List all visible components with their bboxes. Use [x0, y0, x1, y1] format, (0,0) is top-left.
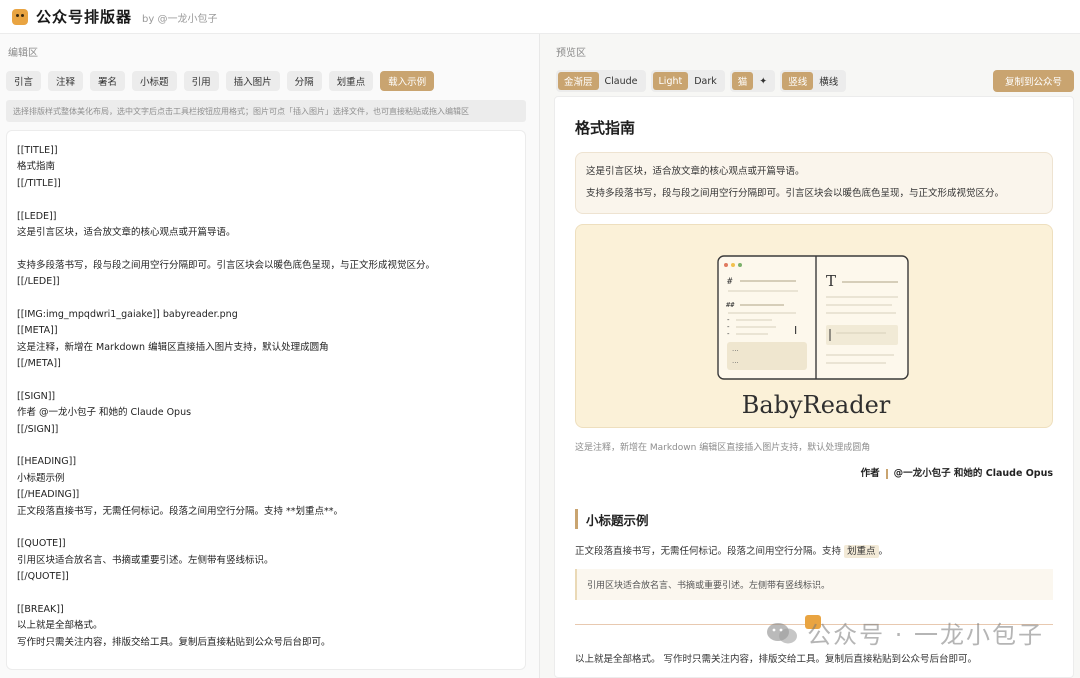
break-button[interactable]: 分隔 [286, 71, 322, 91]
quote-block: 引用区块适合放名言、书摘或重要引述。左侧带有竖线标识。 [575, 569, 1053, 600]
image-caption: BabyReader [742, 391, 891, 419]
babyreader-illustration: # ## - - - ··· ··· I T BabyReader [717, 255, 909, 419]
watermark: 公众号 · 一龙小包子 [765, 615, 1044, 650]
sign-button[interactable]: 署名 [90, 71, 126, 91]
theme-option-claude[interactable]: Claude [599, 72, 644, 90]
theme-option-gold[interactable]: 金渐层 [558, 72, 599, 90]
signature-prefix: 作者 [860, 468, 880, 479]
wechat-icon [767, 622, 798, 643]
article-preview: 格式指南 这是引言区块，适合放文章的核心观点或开篇导语。 支持多段落书写，段与段… [554, 96, 1074, 678]
lede-button[interactable]: 引言 [6, 71, 42, 91]
editor-line: 作者 @一龙小包子 和她的 Claude Opus [17, 407, 192, 419]
editor-hint: 选择排版样式整体美化布局，选中文字后点击工具栏按钮应用格式；图片可点「插入图片」… [6, 100, 526, 122]
meta-note: 这是注释，新增在 Markdown 编辑区直接插入图片支持，默认处理成圆角 [575, 443, 871, 453]
lede-paragraph: 这是引言区块，适合放文章的核心观点或开篇导语。 [586, 166, 805, 177]
signature-divider [885, 468, 888, 479]
preview-toolbar: 金渐层 Claude Light Dark 猫 ✦ 竖线 横线 [556, 70, 851, 92]
highlight-mark: 划重点 [844, 545, 879, 558]
editor-line: 以上就是全部格式。 [17, 620, 103, 632]
preview-panel: 预览区 金渐层 Claude Light Dark 猫 ✦ 竖线 横线 复制到公… [540, 34, 1080, 678]
load-example-button[interactable]: 载入示例 [380, 71, 435, 91]
article-title: 格式指南 [575, 119, 636, 137]
editor-line: [[/TITLE]] [17, 177, 61, 189]
editor-line: [[TITLE]] [17, 145, 58, 156]
icon-option-cat[interactable]: 猫 [731, 72, 754, 90]
svg-text:I: I [794, 324, 797, 337]
line-option-horizontal[interactable]: 横线 [813, 72, 844, 90]
svg-text:···: ··· [732, 359, 739, 367]
line-option-vertical[interactable]: 竖线 [782, 72, 814, 90]
app-byline: by @一龙小包子 [142, 14, 218, 25]
editor-line: 支持多段落书写，段与段之间用空行分隔即可。引言区块会以暖色底色呈现，与正文形成视… [17, 259, 436, 271]
mode-option-dark[interactable]: Dark [688, 72, 723, 90]
cat-logo-icon [12, 8, 28, 25]
ending-paragraph: 以上就是全部格式。 写作时只需关注内容，排版交给工具。复制后直接粘贴到公众号后台… [575, 654, 978, 665]
mode-option-light[interactable]: Light [652, 72, 689, 90]
meta-button[interactable]: 注释 [48, 71, 84, 91]
editor-line: [[BREAK]] [17, 603, 64, 615]
editor-line: 格式指南 [17, 161, 56, 173]
editor-toolbar: 引言 注释 署名 小标题 引用 插入图片 分隔 划重点 载入示例 [6, 71, 435, 91]
markdown-editor[interactable]: [[TITLE]] 格式指南 [[/TITLE]] [[LEDE]] 这是引言区块，适合… [6, 130, 526, 670]
editor-line: [[IMG:img_mpqdwri1_gaiake]] babyreader.p… [17, 308, 238, 320]
editor-line: 这是注释，新增在 Markdown 编辑区直接插入图片支持，默认处理成圆角 [17, 341, 329, 353]
editor-line: [[/QUOTE]] [17, 571, 69, 583]
lede-paragraph: 支持多段落书写，段与段之间用空行分隔即可。引言区块会以暖色底色呈现，与正文形成视… [586, 188, 1005, 199]
copy-to-wechat-button[interactable]: 复制到公众号 [992, 70, 1074, 92]
editor-panel-label: 编辑区 [8, 48, 38, 59]
svg-text:···: ··· [732, 347, 739, 355]
editor-line: [[LEDE]] [17, 210, 57, 222]
svg-text:##: ## [726, 301, 735, 309]
body-paragraph: 正文段落直接书写，无需任何标记。段落之间用空行分隔。支持 划重点。 [575, 543, 1053, 558]
section-heading: 小标题示例 [575, 509, 1053, 529]
editor-line: 引用区块适合放名言、书摘或重要引述。左侧带有竖线标识。 [17, 554, 274, 566]
line-selector: 竖线 横线 [780, 70, 847, 92]
icon-option-sparkle[interactable]: ✦ [753, 72, 773, 90]
editor-line: [[/META]] [17, 358, 61, 370]
body-text-end: 。 [878, 546, 889, 557]
insert-image-button[interactable]: 插入图片 [225, 71, 280, 91]
svg-text:#: # [727, 277, 733, 287]
app-title: 公众号排版器 [36, 8, 133, 26]
preview-panel-label: 预览区 [556, 48, 586, 59]
editor-line: [[META]] [17, 325, 58, 337]
editor-line: 正文段落直接书写，无需任何标记。段落之间用空行分隔。支持 **划重点**。 [17, 505, 344, 517]
app-header: 公众号排版器 by @一龙小包子 [0, 0, 1080, 34]
editor-line: [[/LEDE]] [17, 276, 60, 288]
heading-button[interactable]: 小标题 [132, 71, 177, 91]
editor-line: 写作时只需关注内容，排版交给工具。复制后直接粘贴到公众号后台即可。 [17, 636, 331, 648]
lede-block: 这是引言区块，适合放文章的核心观点或开篇导语。 支持多段落书写，段与段之间用空行… [575, 152, 1053, 214]
body-text: 正文段落直接书写，无需任何标记。段落之间用空行分隔。支持 [575, 546, 845, 557]
highlight-button[interactable]: 划重点 [328, 71, 374, 91]
editor-line: [[/HEADING]] [17, 489, 80, 501]
editor-line: [[HEADING]] [17, 456, 77, 468]
signature-name: @一龙小包子 和她的 Claude Opus [893, 468, 1053, 479]
editor-line: 这是引言区块，适合放文章的核心观点或开篇导语。 [17, 226, 236, 238]
editor-line: [[QUOTE]] [17, 538, 66, 550]
article-image: # ## - - - ··· ··· I T BabyReader [575, 224, 1053, 428]
icon-selector: 猫 ✦ [729, 70, 776, 92]
theme-selector: 金渐层 Claude [556, 70, 646, 92]
quote-button[interactable]: 引用 [183, 71, 219, 91]
editor-line: 小标题示例 [17, 472, 65, 484]
editor-line: [[/SIGN]] [17, 423, 59, 435]
editor-panel: 编辑区 引言 注释 署名 小标题 引用 插入图片 分隔 划重点 载入示例 选择排… [0, 34, 540, 678]
signature: 作者 @一龙小包子 和她的 Claude Opus [575, 465, 1053, 479]
watermark-text: 公众号 · 一龙小包子 [807, 621, 1044, 649]
svg-text:T: T [826, 272, 836, 290]
editor-line: [[SIGN]] [17, 390, 56, 402]
mode-selector: Light Dark [650, 70, 725, 92]
